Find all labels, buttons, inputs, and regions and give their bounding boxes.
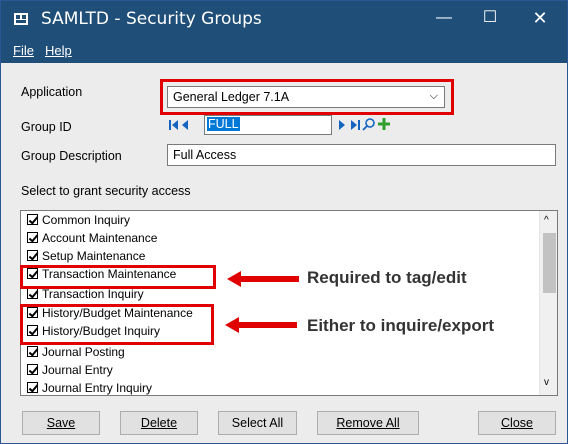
permission-item-common-inquiry[interactable]: Common Inquiry: [27, 212, 130, 229]
list-scrollbar[interactable]: ^ v: [539, 211, 557, 395]
add-icon[interactable]: [377, 117, 391, 131]
checkbox[interactable]: [27, 364, 38, 375]
history-budget-highlight: [20, 304, 214, 345]
minimize-icon[interactable]: —: [421, 1, 467, 35]
checkbox[interactable]: [27, 214, 38, 225]
app-icon: [13, 11, 29, 27]
group-description-label: Group Description: [21, 149, 122, 163]
checkbox[interactable]: [27, 346, 38, 357]
checkbox[interactable]: [27, 288, 38, 299]
permission-item-journal-entry-inquiry[interactable]: Journal Entry Inquiry: [27, 380, 152, 395]
maximize-icon[interactable]: ☐: [467, 1, 513, 35]
save-button[interactable]: Save: [22, 411, 100, 435]
scroll-down-icon[interactable]: v: [544, 377, 549, 388]
scroll-up-icon[interactable]: ^: [544, 215, 549, 226]
permission-item-setup-maintenance[interactable]: Setup Maintenance: [27, 248, 145, 265]
annotation-either: Either to inquire/export: [307, 316, 495, 335]
last-record-icon[interactable]: [349, 118, 361, 132]
list-caption: Select to grant security access: [21, 184, 191, 198]
group-id-value: FULL: [207, 117, 240, 131]
checkbox[interactable]: [27, 382, 38, 393]
menu-help[interactable]: Help: [45, 43, 72, 58]
remove-all-button[interactable]: Remove All: [317, 411, 419, 435]
arrow-left-icon: [227, 270, 299, 288]
menu-file[interactable]: File: [13, 43, 34, 58]
first-record-icon[interactable]: [168, 118, 194, 134]
application-highlight: [160, 79, 454, 115]
window-title: SAMLTD - Security Groups: [41, 9, 262, 29]
close-window-icon[interactable]: ✕: [517, 1, 563, 35]
checkbox[interactable]: [27, 232, 38, 243]
checkbox[interactable]: [27, 250, 38, 261]
group-id-input[interactable]: FULL: [204, 115, 332, 135]
arrow-left-icon: [225, 316, 297, 334]
menu-bar: File Help: [1, 37, 567, 63]
application-label: Application: [21, 85, 83, 99]
title-bar[interactable]: SAMLTD - Security Groups — ☐ ✕: [1, 1, 567, 37]
select-all-button[interactable]: Select All: [218, 411, 297, 435]
permission-item-account-maintenance[interactable]: Account Maintenance: [27, 230, 157, 247]
security-groups-window: SAMLTD - Security Groups — ☐ ✕ File Help…: [0, 0, 568, 444]
group-description-value: Full Access: [173, 148, 237, 162]
permission-item-journal-posting[interactable]: Journal Posting: [27, 344, 125, 361]
permissions-list[interactable]: Common Inquiry Account Maintenance Setup…: [20, 210, 558, 396]
transaction-maintenance-highlight: [20, 265, 216, 289]
search-icon[interactable]: [362, 117, 376, 132]
delete-button[interactable]: Delete: [120, 411, 198, 435]
group-description-input[interactable]: Full Access: [167, 144, 556, 166]
permission-item-journal-entry[interactable]: Journal Entry: [27, 362, 113, 379]
annotation-required: Required to tag/edit: [307, 268, 467, 287]
group-id-label: Group ID: [21, 120, 72, 134]
next-record-icon[interactable]: [337, 118, 347, 132]
scrollbar-thumb[interactable]: [543, 233, 556, 293]
close-button[interactable]: Close: [478, 411, 556, 435]
